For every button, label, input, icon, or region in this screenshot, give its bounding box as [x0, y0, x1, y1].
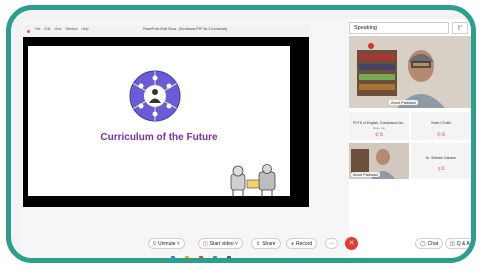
chat-icon: ◯ — [420, 241, 426, 247]
menu-edit[interactable]: Edit — [44, 27, 50, 31]
taskbar — [171, 256, 371, 258]
participant-name: Dr. Shriram Gahane — [425, 156, 457, 160]
taskbar-app-icon[interactable] — [213, 256, 217, 258]
participant-name: Amol Padwad — [351, 172, 380, 177]
robots-illustration-icon — [230, 164, 276, 197]
unmute-button[interactable]: ⍉ Unmute ˅ — [148, 238, 185, 249]
share-button[interactable]: ⇪ Share — [251, 238, 281, 249]
qa-icon: ◫ — [450, 241, 455, 247]
meeting-controls: ⍉ Unmute ˅ ◫ Start video ˅ ⇪ Share ● Record … — [21, 234, 471, 254]
menu-view[interactable]: View — [54, 27, 61, 31]
video-off-icon: ◫ — [203, 241, 208, 247]
meeting-window: File Edit View Window Help PowerPoint Sl… — [21, 19, 471, 258]
participant-tile[interactable]: Amol Padwad — [349, 143, 409, 179]
participant-name: Vivek V Kulhi — [431, 121, 451, 125]
menu-window[interactable]: Window — [65, 27, 77, 31]
participant-name: PGTD of English, Gondwana Uni... — [352, 121, 406, 125]
participant-row-1: PGTD of English, Gondwana Uni... Host, m… — [349, 112, 471, 140]
muted-icon: ▯ ⍉ — [437, 166, 445, 171]
participant-role: Host, me — [372, 126, 385, 130]
more-button[interactable]: ··· — [325, 238, 338, 249]
share-icon: ⇪ — [256, 241, 261, 247]
speaking-label: Speaking — [354, 25, 377, 31]
menu-bar: File Edit View Window Help — [35, 27, 91, 31]
qa-button[interactable]: ◫ Q & A — [445, 238, 471, 249]
record-icon: ● — [291, 241, 295, 247]
speaker-video-feed — [349, 36, 471, 108]
participants-panel: Speaking ▯ᐟ Amol Padwad PGTD of English,… — [349, 19, 471, 258]
taskbar-app-icon[interactable] — [227, 256, 231, 258]
active-speaker-video[interactable]: Amol Padwad — [349, 36, 471, 108]
device-frame: File Edit View Window Help PowerPoint Sl… — [6, 5, 476, 263]
leave-button[interactable]: ✕ — [345, 237, 358, 250]
layout-selector[interactable]: Speaking — [349, 22, 449, 34]
microphone-muted-icon: ⍉ — [153, 241, 157, 247]
slide: Curriculum of the Future — [28, 46, 290, 197]
record-button[interactable]: ● Record — [286, 238, 318, 249]
start-video-button[interactable]: ◫ Start video ˅ — [198, 238, 243, 249]
slide-title: Curriculum of the Future — [100, 132, 218, 143]
muted-icon: ✆ ⍉ — [375, 132, 383, 137]
menu-help[interactable]: Help — [81, 27, 88, 31]
taskbar-app-icon[interactable] — [185, 256, 189, 258]
curriculum-wheel-icon — [129, 70, 181, 122]
close-icon[interactable] — [27, 30, 30, 33]
participant-row-2: Amol Padwad Dr. Shriram Gahane ▯ ⍉ — [349, 143, 471, 179]
menu-file[interactable]: File — [35, 27, 40, 31]
muted-icon: ✆ ⍉ — [437, 132, 445, 137]
speaker-name-tag: Amol Padwad — [389, 100, 418, 105]
chat-button[interactable]: ◯ Chat — [415, 238, 444, 249]
panel-toggle-button[interactable]: ▯ᐟ — [452, 22, 468, 34]
shared-screen: Curriculum of the Future — [23, 37, 309, 207]
participant-tile[interactable]: PGTD of English, Gondwana Uni... Host, m… — [349, 112, 409, 140]
taskbar-app-icon[interactable] — [199, 256, 203, 258]
participant-tile[interactable]: Dr. Shriram Gahane ▯ ⍉ — [411, 143, 471, 179]
taskbar-app-icon[interactable] — [171, 256, 175, 258]
window-title: PowerPoint Slide Show - [Goodwana PSF No… — [143, 27, 228, 31]
participant-tile[interactable]: Vivek V Kulhi ✆ ⍉ — [411, 112, 471, 140]
